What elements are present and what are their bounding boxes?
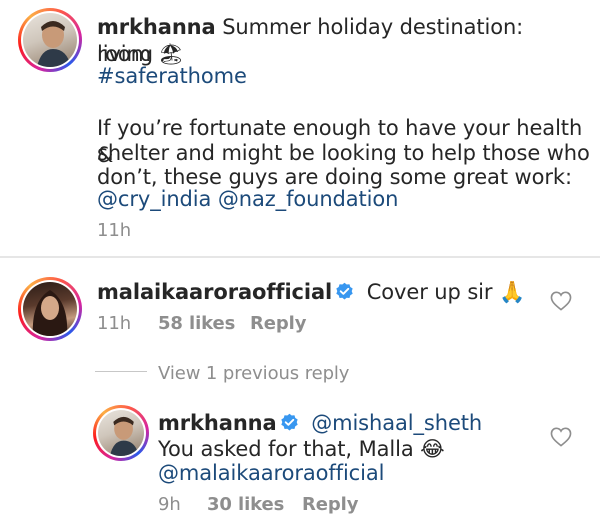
- hashtag-saferathome[interactable]: #saferathome: [97, 63, 247, 90]
- post-caption: mrkhanna Summer holiday destination: liv…: [0, 0, 600, 258]
- verified-badge-icon: [336, 282, 353, 300]
- profile-photo-icon: [109, 416, 139, 456]
- comment-1-reply-button[interactable]: Reply: [250, 310, 306, 337]
- reply-1: mrkhanna @mishaal_sheth: [158, 410, 482, 437]
- post-username[interactable]: mrkhanna: [97, 15, 216, 39]
- reply-1-text: You asked for that, Malla: [158, 437, 414, 461]
- comment-1-username[interactable]: malaikaaroraofficial: [97, 280, 332, 304]
- avatar-malaikaaroraofficial[interactable]: [18, 277, 82, 341]
- avatar-mrkhanna[interactable]: [18, 8, 82, 72]
- reply-1-mention[interactable]: @mishaal_sheth: [311, 411, 482, 435]
- comment-1-timestamp: 11h: [97, 313, 132, 334]
- view-replies-line: [95, 371, 147, 372]
- divider: [0, 256, 600, 258]
- avatar-mrkhanna-reply[interactable]: [93, 405, 149, 461]
- heart-outline-icon[interactable]: [550, 291, 572, 311]
- comment-1-text: Cover up sir: [366, 280, 493, 304]
- verified-badge-icon: [280, 413, 298, 431]
- view-previous-reply-button[interactable]: View 1 previous reply: [158, 360, 349, 387]
- comment-1: malaikaaroraofficial Cover up sir 🙏: [97, 279, 525, 306]
- caption-body-line-2: shelter and might be looking to help tho…: [97, 141, 590, 165]
- mention-naz-foundation[interactable]: @naz_foundation: [218, 187, 399, 211]
- post-timestamp: 11h: [97, 220, 132, 241]
- comment-1-likes[interactable]: 58 likes: [158, 310, 235, 337]
- profile-photo-icon: [32, 290, 68, 336]
- reply-1-username[interactable]: mrkhanna: [158, 411, 277, 435]
- laughing-tears-icon: 😂: [420, 437, 445, 461]
- profile-photo-icon: [37, 21, 71, 67]
- mention-cry-india[interactable]: @cry_india: [97, 187, 211, 211]
- heart-outline-icon[interactable]: [550, 427, 572, 447]
- reply-1-timestamp: 9h: [158, 494, 181, 515]
- reply-1-likes[interactable]: 30 likes: [207, 491, 284, 518]
- folded-hands-icon: 🙏: [499, 280, 526, 304]
- reply-1-mention-2[interactable]: @malaikaaroraofficial: [158, 460, 384, 487]
- reply-1-reply-button[interactable]: Reply: [302, 491, 358, 518]
